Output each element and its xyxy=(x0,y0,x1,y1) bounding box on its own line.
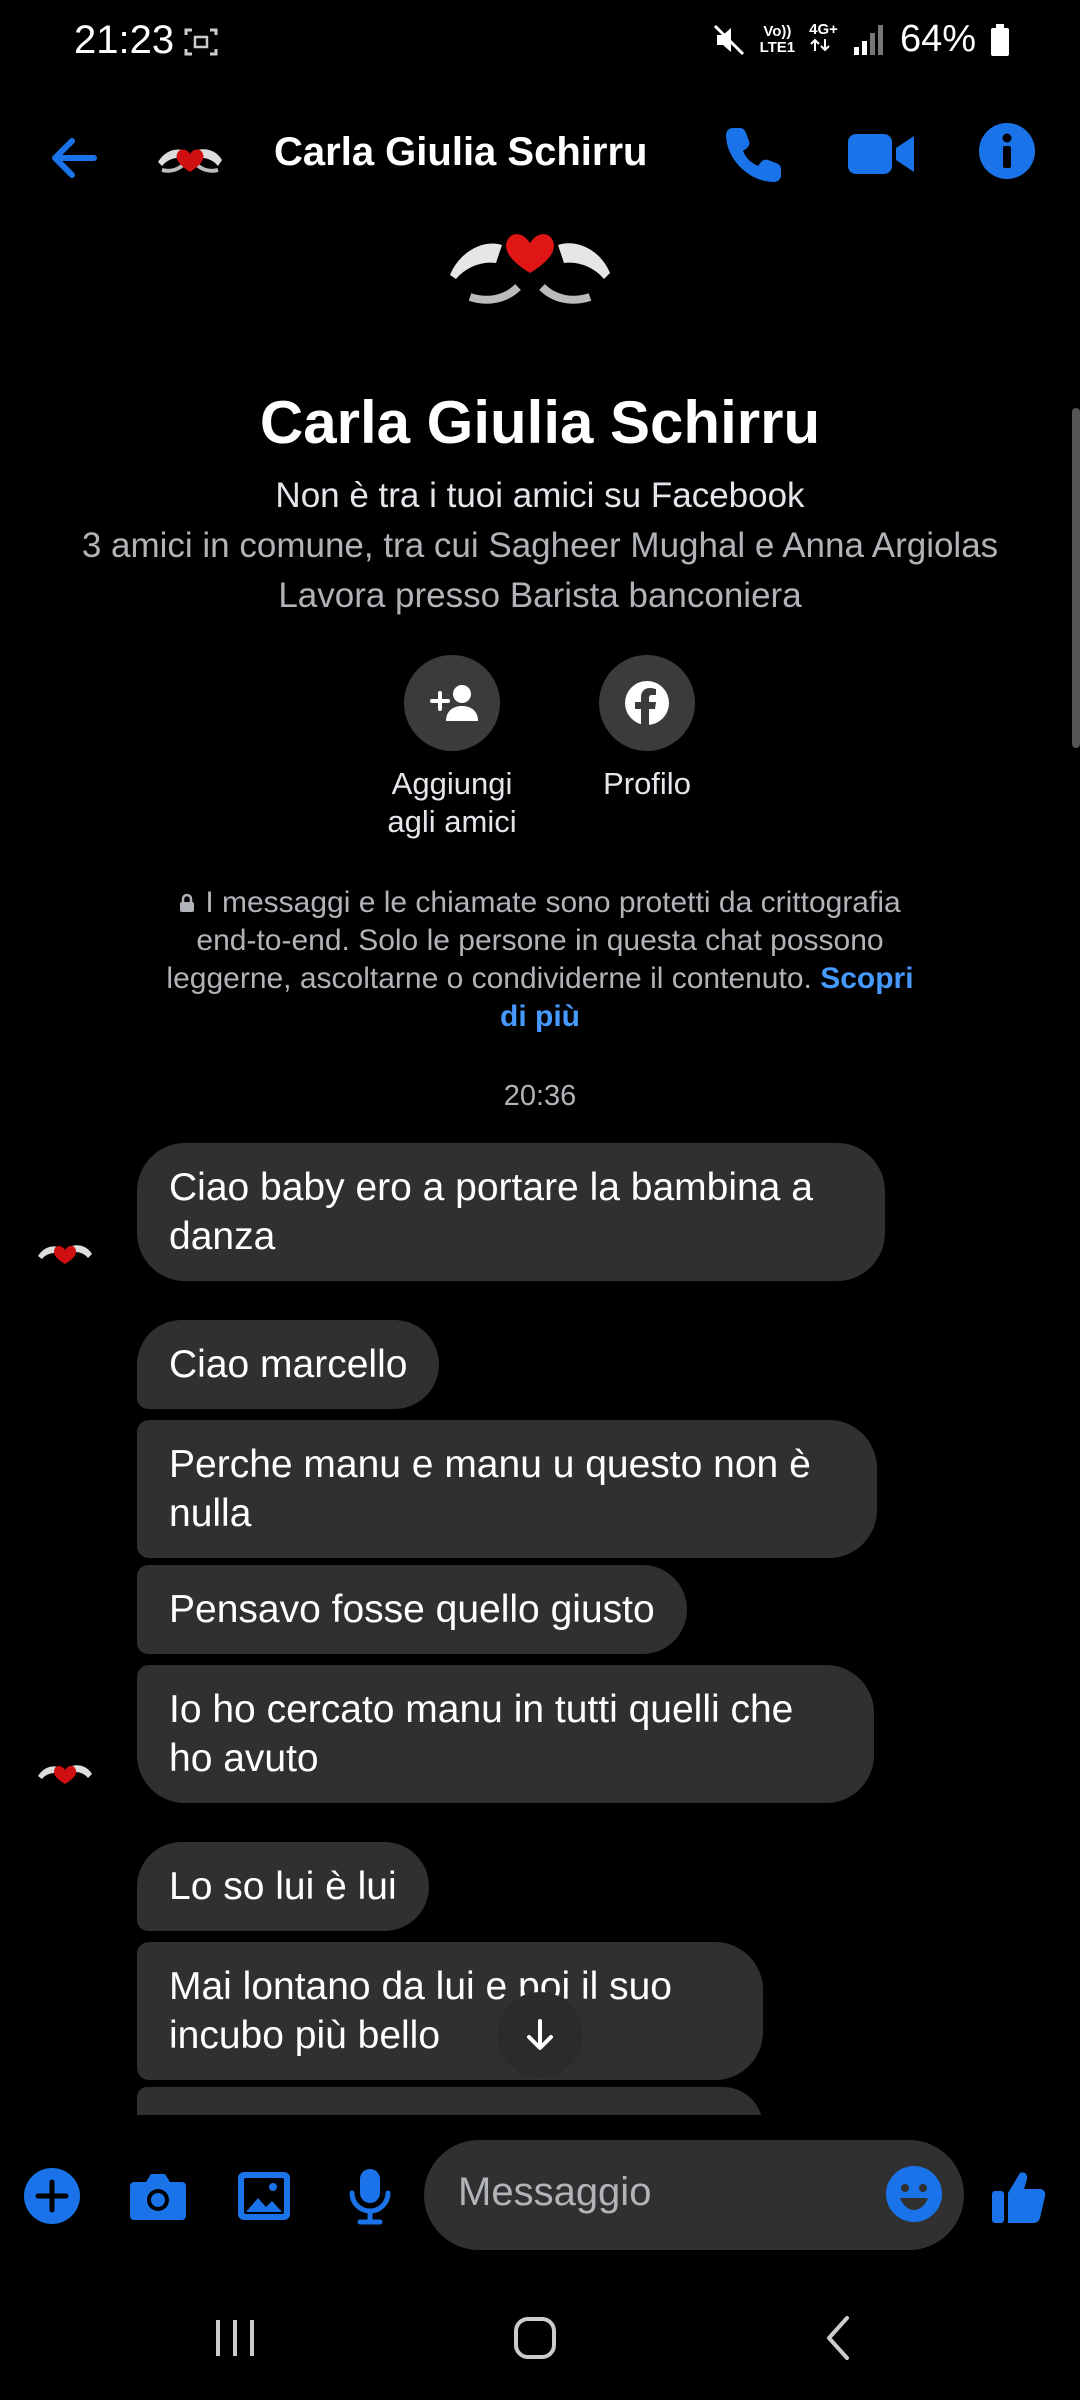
status-time: 21:23 xyxy=(74,18,175,62)
message-composer: Messaggio xyxy=(0,2120,1080,2270)
sender-avatar[interactable] xyxy=(34,1742,96,1804)
recent-apps-button[interactable] xyxy=(200,2308,270,2368)
friend-status: Non è tra i tuoi amici su Facebook xyxy=(275,476,805,515)
encryption-text: I messaggi e le chiamate sono protetti d… xyxy=(166,886,901,995)
back-button[interactable] xyxy=(804,2308,874,2368)
chat-header: Carla Giulia Schirru xyxy=(0,110,1080,210)
encryption-notice: I messaggi e le chiamate sono protetti d… xyxy=(150,884,930,1036)
signal-icon xyxy=(853,24,883,55)
volte-indicator: Vo)) LTE1 xyxy=(759,22,796,56)
emoji-icon[interactable] xyxy=(884,2164,944,2224)
profile-name: Carla Giulia Schirru xyxy=(259,389,821,456)
recent-apps-icon xyxy=(216,2320,254,2356)
microphone-button[interactable] xyxy=(338,2164,402,2228)
system-navigation-bar xyxy=(0,2270,1080,2400)
home-icon xyxy=(514,2317,556,2359)
battery-percent: 64% xyxy=(899,18,976,60)
microphone-icon xyxy=(349,2169,391,2225)
message-bubble[interactable]: Io ho cercato manu in tutti quelli che h… xyxy=(137,1665,874,1803)
message-bubble[interactable]: Mai lontano da lui e poi il suo incubo p… xyxy=(137,1942,763,2080)
contact-name[interactable]: Carla Giulia Schirru xyxy=(274,130,647,175)
video-camera-icon[interactable] xyxy=(846,124,918,184)
info-icon[interactable] xyxy=(978,122,1036,180)
work-info: Lavora presso Barista banconiera xyxy=(278,576,802,615)
gallery-button[interactable] xyxy=(232,2164,296,2228)
message-bubble-partial[interactable] xyxy=(137,2087,763,2115)
contact-avatar[interactable] xyxy=(150,120,230,200)
thumbs-up-icon xyxy=(992,2172,1046,2223)
plus-button[interactable] xyxy=(20,2164,84,2228)
message-bubble[interactable]: Lo so lui è lui xyxy=(137,1842,429,1931)
sender-avatar[interactable] xyxy=(34,1222,96,1284)
mute-icon xyxy=(713,24,744,55)
camera-button[interactable] xyxy=(126,2164,190,2228)
home-button[interactable] xyxy=(500,2308,570,2368)
message-input[interactable]: Messaggio xyxy=(424,2140,964,2250)
message-timestamp: 20:36 xyxy=(503,1080,577,1112)
back-arrow-icon[interactable] xyxy=(44,128,104,188)
data-arrows-icon xyxy=(810,38,830,52)
facebook-icon xyxy=(625,681,669,725)
gallery-icon xyxy=(238,2172,290,2220)
screenshot-icon xyxy=(184,28,218,56)
scrollbar[interactable] xyxy=(1072,408,1080,748)
view-profile-button[interactable]: Profilo xyxy=(537,655,757,803)
messages-area: Ciao baby ero a portare la bambina a dan… xyxy=(0,1130,1080,2115)
plus-icon xyxy=(24,2168,80,2224)
like-button[interactable] xyxy=(984,2164,1054,2228)
network-type-indicator: 4G+ xyxy=(809,22,838,57)
profile-label: Profilo xyxy=(603,766,691,801)
message-bubble[interactable]: Ciao marcello xyxy=(137,1320,440,1409)
message-bubble[interactable]: Pensavo fosse quello giusto xyxy=(137,1565,687,1654)
lock-icon xyxy=(180,893,195,912)
camera-icon xyxy=(130,2174,186,2220)
arrow-down-icon xyxy=(527,2019,553,2050)
mutual-friends: 3 amici in comune, tra cui Sagheer Mugha… xyxy=(81,526,999,565)
status-icons: Vo)) LTE1 4G+ 64% xyxy=(712,18,1010,61)
add-friend-label-2: agli amici xyxy=(387,804,517,839)
battery-icon xyxy=(991,23,1009,56)
message-input-placeholder: Messaggio xyxy=(458,2170,652,2214)
profile-avatar-image[interactable] xyxy=(430,215,630,310)
message-bubble[interactable]: Ciao baby ero a portare la bambina a dan… xyxy=(137,1143,885,1281)
scroll-to-bottom-button[interactable] xyxy=(497,1992,583,2078)
back-chevron-icon xyxy=(827,2316,849,2360)
add-friend-button[interactable]: Aggiungi agli amici xyxy=(342,655,562,841)
message-bubble[interactable]: Perche manu e manu u questo non è nulla xyxy=(137,1420,877,1558)
add-person-icon xyxy=(430,685,478,721)
status-bar: 21:23 Vo)) LTE1 4G+ 64% xyxy=(0,0,1080,90)
add-friend-label-1: Aggiungi xyxy=(391,766,513,801)
phone-icon[interactable] xyxy=(722,122,786,186)
